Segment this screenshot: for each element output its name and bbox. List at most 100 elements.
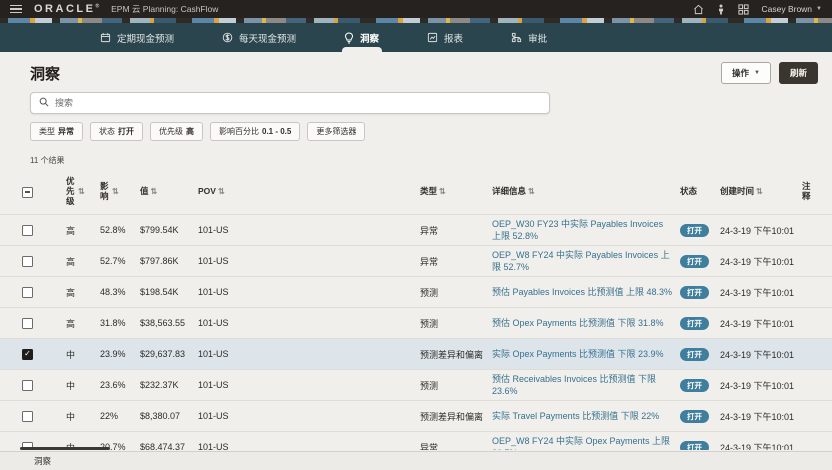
filter-chip-type[interactable]: 类型异常 <box>30 122 83 141</box>
search-box <box>30 92 550 114</box>
detail-link[interactable]: 实际 Travel Payments 比预测值 下限 22% <box>492 411 659 421</box>
cell-impact: 22% <box>100 411 140 421</box>
detail-link[interactable]: OEP_W30 FY23 中实际 Payables Invoices 上限 52… <box>492 219 663 241</box>
insights-table: 优先级⇅ 影响⇅ 值⇅ POV⇅ 类型⇅ 详细信息⇅ 状态 创建时间⇅ 注释 高… <box>0 170 832 450</box>
sort-icon[interactable]: ⇅ <box>528 188 535 196</box>
tab-label: 报表 <box>444 31 463 45</box>
table-body: 高 52.8% $799.54K 101-US 异常 OEP_W30 FY23 … <box>0 214 832 450</box>
tab-periodic-cash-forecast[interactable]: 定期现金预测 <box>78 23 196 52</box>
table-row[interactable]: 高 48.3% $198.54K 101-US 预测 预估 Payables I… <box>0 276 832 307</box>
cell-created: 24-3-19 下午10:01 <box>720 224 802 237</box>
detail-link[interactable]: 预估 Opex Payments 比预测值 下限 31.8% <box>492 318 664 328</box>
cell-created: 24-3-19 下午10:01 <box>720 379 802 392</box>
tab-label: 定期现金预测 <box>117 31 174 45</box>
user-name: Casey Brown <box>761 4 812 14</box>
col-header-priority[interactable]: 优先级 <box>66 177 76 206</box>
cell-value: $232.37K <box>140 380 198 390</box>
cell-priority: 中 <box>66 410 100 423</box>
filter-chip-impact-percent[interactable]: 影响百分比0.1 - 0.5 <box>210 122 300 141</box>
cell-impact: 48.3% <box>100 287 140 297</box>
select-all-checkbox[interactable] <box>22 187 33 198</box>
report-icon <box>427 32 438 43</box>
cell-type: 异常 <box>420 255 492 268</box>
menu-icon[interactable] <box>10 5 22 14</box>
app-grid-icon[interactable] <box>738 4 749 15</box>
cell-priority: 高 <box>66 224 100 237</box>
cell-impact: 31.8% <box>100 318 140 328</box>
scrollbar-thumb[interactable] <box>20 447 110 450</box>
cell-value: $799.54K <box>140 225 198 235</box>
table-row[interactable]: 中 23.6% $232.37K 101-US 预测 预估 Receivable… <box>0 369 832 400</box>
search-input[interactable] <box>55 98 541 108</box>
table-row[interactable]: 中 23.9% $29,637.83 101-US 预测差异和偏离 实际 Ope… <box>0 338 832 369</box>
row-checkbox[interactable] <box>22 225 33 236</box>
cell-created: 24-3-19 下午10:01 <box>720 348 802 361</box>
detail-link[interactable]: 预估 Payables Invoices 比预测值 上限 48.3% <box>492 287 672 297</box>
col-header-type[interactable]: 类型 <box>420 187 437 197</box>
cell-priority: 高 <box>66 255 100 268</box>
col-header-details[interactable]: 详细信息 <box>492 187 526 197</box>
row-checkbox[interactable] <box>22 411 33 422</box>
table-row[interactable]: 高 52.8% $799.54K 101-US 异常 OEP_W30 FY23 … <box>0 214 832 245</box>
detail-link[interactable]: 预估 Receivables Invoices 比预测值 下限 23.6% <box>492 374 656 396</box>
user-menu[interactable]: Casey Brown ▼ <box>761 4 822 14</box>
user-assist-icon[interactable] <box>716 4 726 15</box>
cell-priority: 中 <box>66 379 100 392</box>
cell-type: 预测差异和偏离 <box>420 348 492 361</box>
table-row[interactable]: 高 31.8% $38,563.55 101-US 预测 预估 Opex Pay… <box>0 307 832 338</box>
home-icon[interactable] <box>693 4 704 15</box>
detail-link[interactable]: 实际 Opex Payments 比预测值 下限 23.9% <box>492 349 664 359</box>
filter-chip-priority[interactable]: 优先级高 <box>150 122 203 141</box>
row-checkbox[interactable] <box>22 349 33 360</box>
row-checkbox[interactable] <box>22 287 33 298</box>
refresh-button[interactable]: 刷新 <box>779 62 818 84</box>
sort-icon[interactable]: ⇅ <box>218 188 225 196</box>
tab-reports[interactable]: 报表 <box>405 23 485 52</box>
app-title: EPM 云 Planning: CashFlow <box>111 3 218 15</box>
status-badge: 打开 <box>680 317 709 330</box>
row-checkbox[interactable] <box>22 318 33 329</box>
sort-icon[interactable]: ⇅ <box>756 188 763 196</box>
col-header-status: 状态 <box>680 187 697 197</box>
page-title: 洞察 <box>30 63 60 84</box>
cell-value: $29,637.83 <box>140 349 198 359</box>
cell-pov: 101-US <box>198 411 420 421</box>
row-checkbox[interactable] <box>22 256 33 267</box>
filter-chip-status[interactable]: 状态打开 <box>90 122 143 141</box>
tab-label: 每天现金预测 <box>239 31 296 45</box>
col-header-note: 注释 <box>802 182 812 202</box>
sort-icon[interactable]: ⇅ <box>151 188 158 196</box>
status-badge: 打开 <box>680 410 709 423</box>
cell-pov: 101-US <box>198 225 420 235</box>
tab-approvals[interactable]: 审批 <box>489 23 569 52</box>
table-header-row: 优先级⇅ 影响⇅ 值⇅ POV⇅ 类型⇅ 详细信息⇅ 状态 创建时间⇅ 注释 <box>0 170 832 214</box>
sort-icon[interactable]: ⇅ <box>112 188 119 196</box>
cell-priority: 中 <box>66 348 100 361</box>
more-filters-chip[interactable]: 更多筛选器 <box>307 122 365 141</box>
search-icon <box>39 94 49 112</box>
dollar-circle-icon <box>222 32 233 43</box>
col-header-created[interactable]: 创建时间 <box>720 187 754 197</box>
col-header-value[interactable]: 值 <box>140 187 149 197</box>
cell-created: 24-3-19 下午10:01 <box>720 255 802 268</box>
footer-tab-insights[interactable]: 洞察 <box>0 455 51 467</box>
results-count: 11 个结果 <box>30 155 832 166</box>
tab-daily-cash-forecast[interactable]: 每天现金预测 <box>200 23 318 52</box>
table-row[interactable]: 高 52.7% $797.86K 101-US 异常 OEP_W8 FY24 中… <box>0 245 832 276</box>
status-badge: 打开 <box>680 224 709 237</box>
calendar-icon <box>100 32 111 43</box>
sort-icon[interactable]: ⇅ <box>78 188 85 196</box>
actions-button[interactable]: 操作 ▼ <box>721 62 771 84</box>
tab-label: 洞察 <box>360 31 379 45</box>
row-checkbox[interactable] <box>22 380 33 391</box>
detail-link[interactable]: OEP_W8 FY24 中实际 Payables Invoices 上限 52.… <box>492 250 670 272</box>
table-row[interactable]: 中 22% $8,380.07 101-US 预测差异和偏离 实际 Travel… <box>0 400 832 431</box>
cell-impact: 52.8% <box>100 225 140 235</box>
col-header-impact[interactable]: 影响 <box>100 182 110 202</box>
top-bar: ORACLE® EPM 云 Planning: CashFlow Casey B… <box>0 0 832 18</box>
col-header-pov[interactable]: POV <box>198 187 216 197</box>
cell-value: $797.86K <box>140 256 198 266</box>
status-badge: 打开 <box>680 255 709 268</box>
sort-icon[interactable]: ⇅ <box>439 188 446 196</box>
tab-insights[interactable]: 洞察 <box>322 23 401 52</box>
